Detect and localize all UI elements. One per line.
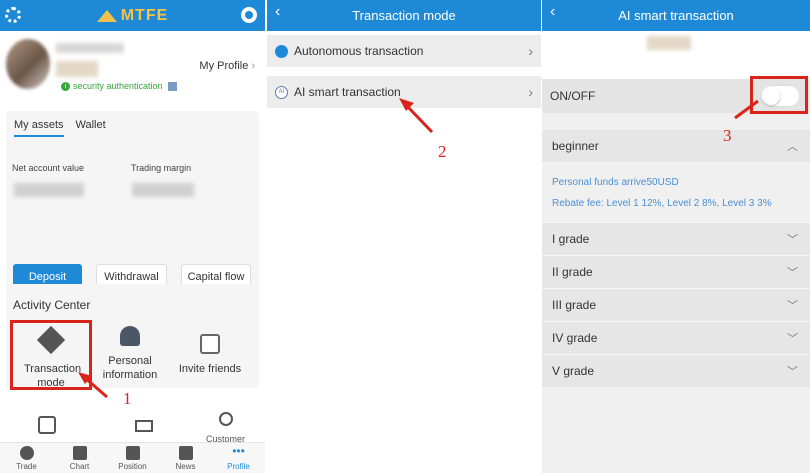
annotation-arrow-3 (734, 99, 759, 120)
transaction-mode-screen: ‹ Transaction mode Autonomous transactio… (267, 0, 541, 473)
ai-smart-transaction-screen: ‹ AI smart transaction ON/OFF beginner ︿… (542, 0, 810, 473)
profile-screen: MTFE My Profile › i security authenticati… (0, 0, 265, 473)
annotation-number-1: 1 (123, 389, 132, 408)
annotation-arrow-2 (399, 98, 434, 134)
annotation-number-3: 3 (723, 126, 732, 145)
annotation-arrow-1 (78, 372, 108, 399)
annotation-number-2: 2 (438, 142, 447, 161)
